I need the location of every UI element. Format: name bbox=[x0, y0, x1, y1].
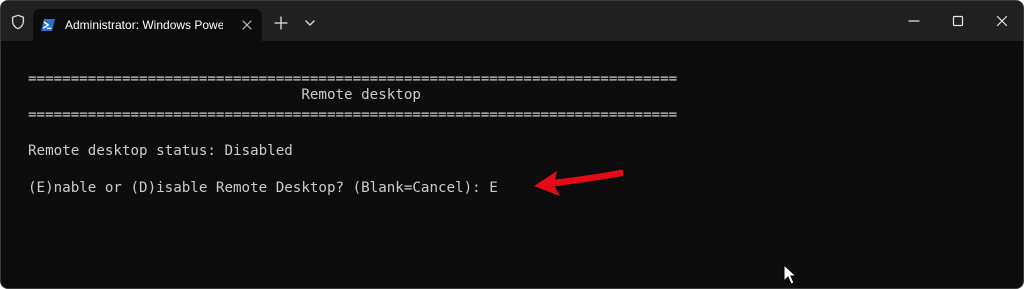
title-bar[interactable]: Administrator: Windows PowerShell bbox=[1, 1, 1023, 41]
minimize-icon[interactable] bbox=[903, 10, 925, 32]
terminal-window: Administrator: Windows PowerShell ======… bbox=[0, 0, 1024, 289]
shield-icon bbox=[11, 14, 25, 30]
status-line: Remote desktop status: Disabled bbox=[28, 143, 293, 159]
maximize-icon[interactable] bbox=[947, 10, 969, 32]
tab-powershell[interactable]: Administrator: Windows PowerShell bbox=[33, 9, 262, 41]
close-window-icon[interactable] bbox=[991, 10, 1013, 32]
red-arrow-annotation bbox=[534, 169, 623, 196]
separator-bottom: ========================================… bbox=[28, 107, 678, 123]
prompt-line: (E)nable or (D)isable Remote Desktop? (B… bbox=[28, 180, 498, 196]
close-tab-icon[interactable] bbox=[237, 15, 257, 35]
tab-title: Administrator: Windows PowerShell bbox=[65, 18, 223, 32]
mouse-pointer-icon bbox=[783, 264, 797, 285]
terminal-output[interactable]: ========================================… bbox=[1, 41, 1023, 288]
chevron-down-icon[interactable] bbox=[300, 13, 320, 33]
heading-line: Remote desktop bbox=[28, 87, 421, 103]
new-tab-icon[interactable] bbox=[271, 13, 291, 33]
powershell-icon bbox=[41, 19, 55, 31]
